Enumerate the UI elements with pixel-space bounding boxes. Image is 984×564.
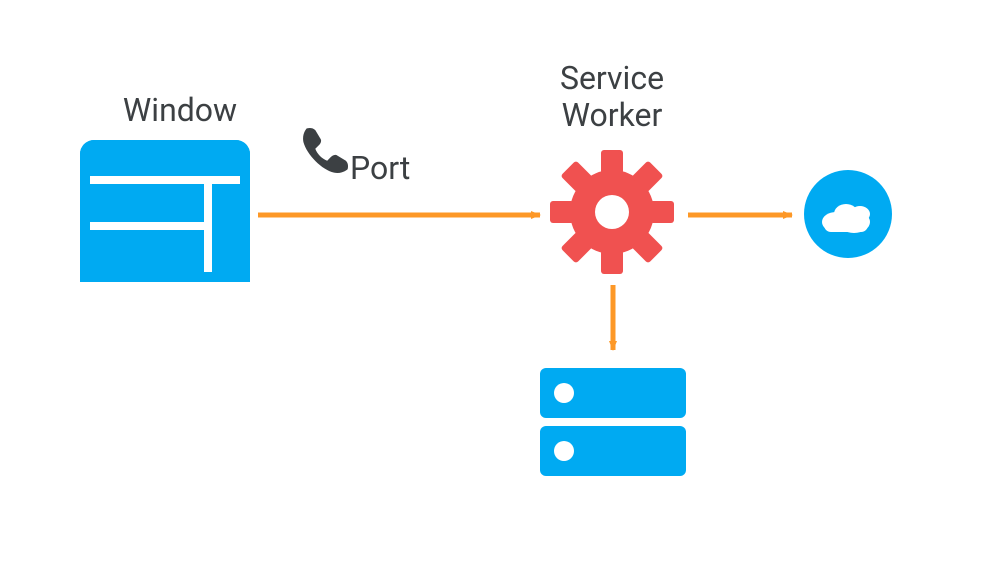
phone-icon	[303, 128, 348, 173]
window-icon-clean	[80, 140, 250, 282]
gear-icon	[524, 124, 699, 299]
cloud-icon	[804, 170, 892, 258]
storage-icon	[540, 368, 686, 476]
diagram-canvas	[0, 0, 984, 564]
